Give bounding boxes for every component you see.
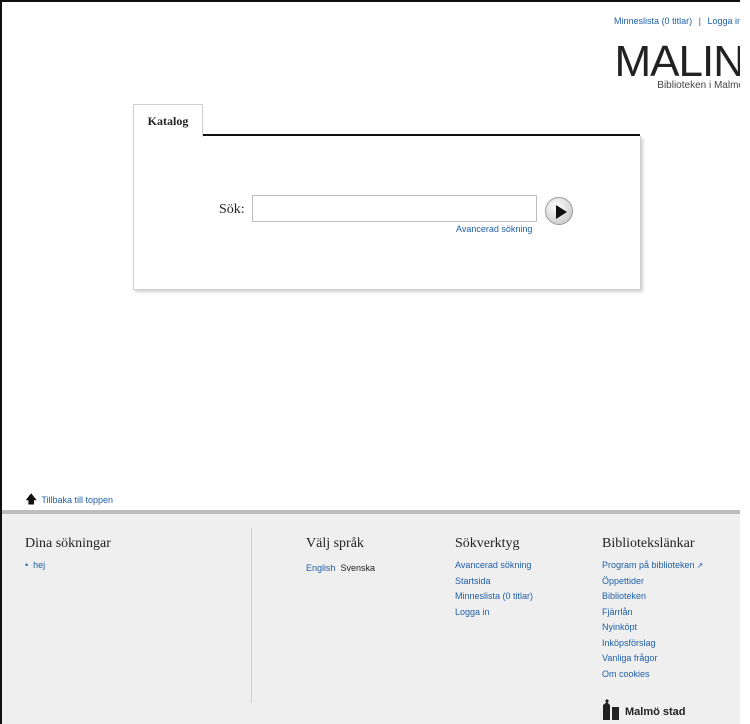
tools-start-page[interactable]: Startsida xyxy=(455,574,533,590)
memory-list-link[interactable]: Minneslista (0 titlar) xyxy=(614,16,692,26)
search-button[interactable] xyxy=(545,197,573,225)
search-history-item[interactable]: • hej xyxy=(25,558,111,574)
tools-memory-list[interactable]: Minneslista (0 titlar) xyxy=(455,589,533,605)
footer-tools: Sökverktyg Avancerad sökning Startsida M… xyxy=(455,536,533,620)
library-link-new-acquisitions[interactable]: Nyinköpt xyxy=(602,620,703,636)
library-links-heading: Bibliotekslänkar xyxy=(602,536,695,551)
library-link-program[interactable]: Program på biblioteken ↗ xyxy=(602,558,703,574)
top-links-separator: | xyxy=(698,16,701,26)
tools-advanced-search[interactable]: Avancerad sökning xyxy=(455,558,533,574)
arrow-up-icon: 🡅 xyxy=(25,492,38,506)
griffin-emblem-icon xyxy=(603,699,619,720)
language-swedish: Svenska xyxy=(340,563,376,573)
search-input[interactable] xyxy=(252,195,537,222)
malmo-stad-text: Malmö stad xyxy=(625,706,686,718)
logo-title: MALIN xyxy=(614,37,740,86)
searches-heading: Dina sökningar xyxy=(25,536,111,551)
top-links: Minneslista (0 titlar) | Logga in xyxy=(614,16,740,26)
language-english[interactable]: English xyxy=(306,563,336,573)
footer-searches: Dina sökningar • hej xyxy=(25,536,111,574)
tab-catalog[interactable]: Katalog xyxy=(133,104,203,137)
footer-language: Välj språk English Svenska xyxy=(306,536,375,576)
library-link-libraries[interactable]: Biblioteken xyxy=(602,589,703,605)
footer: Dina sökningar • hej Välj språk English Sv… xyxy=(2,510,740,724)
library-link-purchase-suggestion[interactable]: Inköpsförslag xyxy=(602,636,703,652)
page-frame: Minneslista (0 titlar) | Logga in MALIN … xyxy=(0,0,740,724)
login-link[interactable]: Logga in xyxy=(707,16,740,26)
bullet-icon: • xyxy=(25,560,29,570)
external-link-icon: ↗ xyxy=(696,561,704,570)
search-label: Sök: xyxy=(219,202,245,217)
library-link-interlibrary-loan[interactable]: Fjärrlån xyxy=(602,605,703,621)
tools-login[interactable]: Logga in xyxy=(455,605,533,621)
back-to-top-label: Tillbaka till toppen xyxy=(41,495,114,505)
malin-logo[interactable]: MALIN Biblioteken i Malmö xyxy=(614,37,740,92)
library-link-cookies[interactable]: Om cookies xyxy=(602,667,703,683)
footer-divider xyxy=(251,528,252,703)
play-icon xyxy=(556,205,567,219)
language-options: English Svenska xyxy=(306,558,375,576)
library-link-faq[interactable]: Vanliga frågor xyxy=(602,651,703,667)
footer-library-links: Bibliotekslänkar Program på biblioteken ↗… xyxy=(602,536,703,682)
back-to-top[interactable]: 🡅 Tillbaka till toppen xyxy=(25,490,113,511)
advanced-search-link[interactable]: Avancerad sökning xyxy=(456,224,532,234)
malmo-stad-logo[interactable]: Malmö stad xyxy=(601,699,686,721)
tools-heading: Sökverktyg xyxy=(455,536,520,551)
language-heading: Välj språk xyxy=(306,536,364,551)
library-link-opening-hours[interactable]: Öppettider xyxy=(602,574,703,590)
